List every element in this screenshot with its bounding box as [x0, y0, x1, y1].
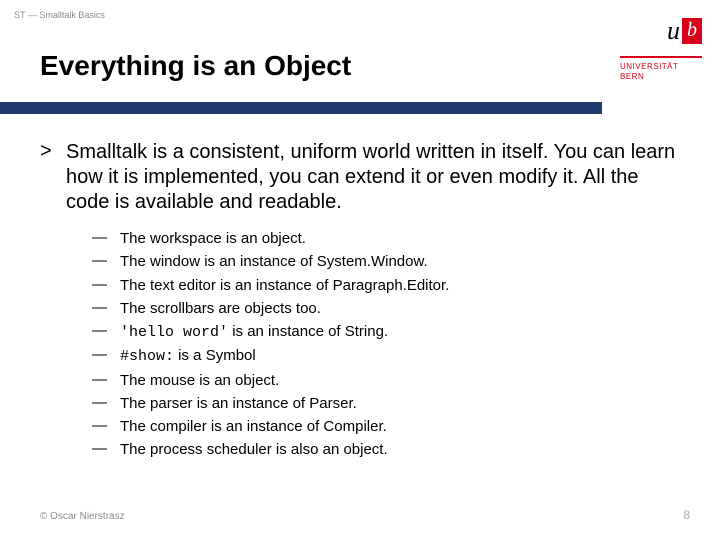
sub-list: —The workspace is an object.—The window … — [92, 229, 680, 461]
list-item: —#show: is a Symbol — [92, 346, 680, 367]
sub-text-rest: is a Symbol — [174, 347, 256, 364]
list-item: —The window is an instance of System.Win… — [92, 252, 680, 272]
list-item: —The workspace is an object. — [92, 229, 680, 249]
code-literal: #show: — [120, 348, 174, 365]
list-item: —The scrollbars are objects too. — [92, 299, 680, 319]
logo-letter-u: u — [667, 16, 680, 45]
sub-marker: — — [92, 417, 120, 434]
sub-marker: — — [92, 252, 120, 269]
sub-marker: — — [92, 346, 120, 363]
sub-text-rest: is an instance of String. — [228, 323, 388, 340]
sub-text: The workspace is an object. — [120, 229, 306, 249]
list-item: —The mouse is an object. — [92, 371, 680, 391]
logo-letter-b: b — [682, 18, 702, 44]
list-item: —The parser is an instance of Parser. — [92, 394, 680, 414]
sub-text: The text editor is an instance of Paragr… — [120, 276, 449, 296]
sub-marker: — — [92, 229, 120, 246]
breadcrumb: ST — Smalltalk Basics — [14, 10, 105, 20]
sub-text: #show: is a Symbol — [120, 346, 256, 367]
logo-divider — [620, 56, 702, 58]
sub-text: The scrollbars are objects too. — [120, 299, 321, 319]
page-number: 8 — [683, 508, 690, 522]
sub-text: The window is an instance of System.Wind… — [120, 252, 428, 272]
sub-marker: — — [92, 299, 120, 316]
sub-marker: — — [92, 394, 120, 411]
sub-text: The compiler is an instance of Compiler. — [120, 417, 387, 437]
logo-text-line1: UNIVERSITÄT — [620, 62, 678, 71]
sub-marker: — — [92, 371, 120, 388]
content-area: > Smalltalk is a consistent, uniform wor… — [40, 140, 680, 464]
sub-text: The process scheduler is also an object. — [120, 440, 388, 460]
sub-text: The parser is an instance of Parser. — [120, 394, 357, 414]
sub-text: The mouse is an object. — [120, 371, 279, 391]
sub-marker: — — [92, 276, 120, 293]
list-item: —The process scheduler is also an object… — [92, 440, 680, 460]
sub-marker: — — [92, 440, 120, 457]
footer-copyright: © Oscar Nierstrasz — [40, 511, 125, 522]
sub-marker: — — [92, 322, 120, 339]
slide: ST — Smalltalk Basics Everything is an O… — [0, 0, 720, 540]
university-logo: ub UNIVERSITÄT BERN — [602, 0, 720, 115]
list-item: —The text editor is an instance of Parag… — [92, 276, 680, 296]
code-literal: 'hello word' — [120, 324, 228, 341]
logo-text-line2: BERN — [620, 72, 644, 81]
page-title: Everything is an Object — [40, 50, 351, 82]
list-item: —'hello word' is an instance of String. — [92, 322, 680, 343]
main-bullet: > Smalltalk is a consistent, uniform wor… — [40, 140, 680, 215]
main-marker: > — [40, 140, 66, 163]
list-item: —The compiler is an instance of Compiler… — [92, 417, 680, 437]
sub-text: 'hello word' is an instance of String. — [120, 322, 388, 343]
main-text: Smalltalk is a consistent, uniform world… — [66, 140, 680, 215]
logo-text: UNIVERSITÄT BERN — [620, 62, 702, 81]
logo-mark: ub — [667, 18, 702, 44]
